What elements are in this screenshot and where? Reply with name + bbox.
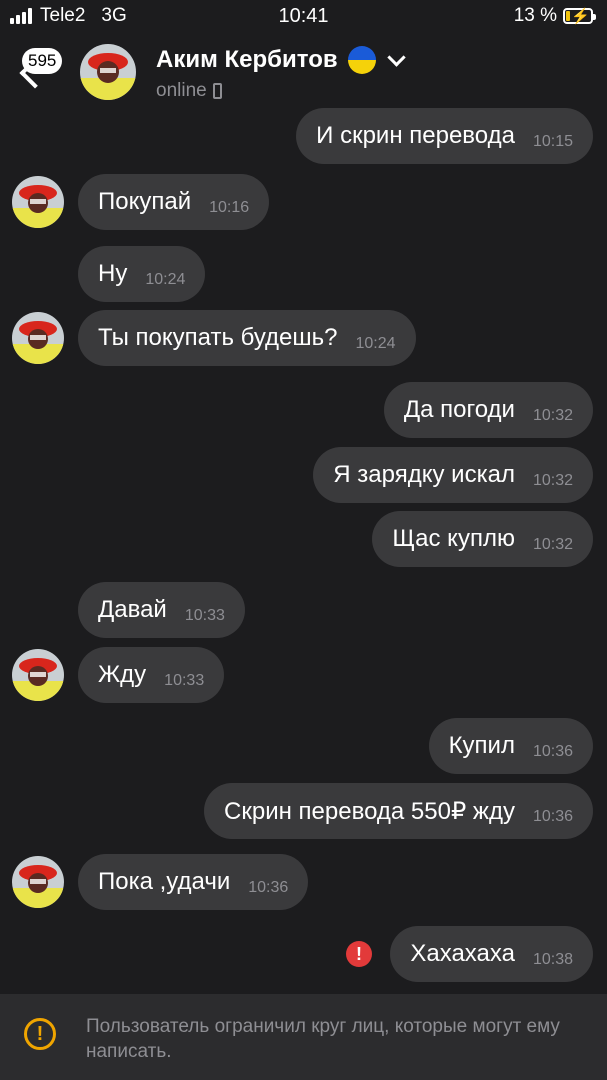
message-text: Пока ,удачи [98,868,231,895]
ukraine-flag-icon [347,46,376,74]
message-time: 10:24 [145,271,186,288]
sender-avatar[interactable] [12,649,64,701]
incoming-message[interactable]: Ты покупать будешь? 10:24 [78,310,416,366]
message-text: Ты покупать будешь? [98,324,338,351]
contact-avatar[interactable] [80,44,136,100]
contact-status: online [156,80,222,102]
contact-name-label: Аким Кербитов [156,46,338,73]
back-button[interactable]: 595 [14,48,70,94]
unread-badge: 595 [22,48,63,74]
battery-icon: ⚡ [563,8,596,25]
message-text: Давай [98,596,167,623]
message-text: Купил [448,732,515,759]
message-text: Хахахаха [410,940,515,967]
chat-header: 595 Аким Кербитов online [0,36,607,110]
outgoing-message[interactable]: Скрин перевода 550₽ жду 10:36 [204,783,593,839]
incoming-message[interactable]: Ну 10:24 [78,246,206,302]
message-time: 10:16 [209,199,250,216]
battery-percent: 13 % [513,5,557,26]
restriction-text: Пользователь ограничил круг лиц, которые… [86,1016,560,1062]
outgoing-message[interactable]: Щас куплю 10:32 [372,511,593,567]
chevron-down-icon[interactable] [386,47,406,67]
message-time: 10:33 [184,607,225,624]
sender-avatar[interactable] [12,176,64,228]
status-bar: Tele2 3G 10:41 13 % ⚡ [0,0,607,34]
restriction-notice: ! Пользователь ограничил круг лиц, котор… [0,994,607,1080]
message-time: 10:36 [532,808,573,825]
outgoing-message[interactable]: Да погоди 10:32 [383,382,593,438]
outgoing-message[interactable]: Хахахаха 10:38 [390,926,593,982]
message-text: Я зарядку искал [333,461,515,488]
message-text: И скрин перевода [316,122,515,149]
message-text: Жду [98,661,147,688]
message-text: Скрин перевода 550₽ жду [224,797,515,825]
message-time: 10:33 [164,672,205,689]
send-error-icon[interactable]: ! [346,941,372,967]
warning-icon: ! [24,1018,56,1050]
message-time: 10:24 [355,335,396,352]
message-time: 10:36 [532,743,573,760]
message-text: Да погоди [403,396,515,423]
message-time: 10:32 [532,472,573,489]
message-text: Покупай [98,188,192,215]
message-time: 10:32 [532,536,573,553]
contact-name[interactable]: Аким Кербитов [156,46,406,74]
message-list[interactable]: И скрин перевода 10:15 Покупай 10:16 Ну 10:2… [0,108,607,994]
outgoing-message[interactable]: Я зарядку искал 10:32 [313,447,593,503]
phone-icon [212,83,222,99]
incoming-message[interactable]: Пока ,удачи 10:36 [78,854,309,910]
outgoing-message[interactable]: Купил 10:36 [428,718,593,774]
sender-avatar[interactable] [12,856,64,908]
message-time: 10:38 [532,951,573,968]
incoming-message[interactable]: Жду 10:33 [78,647,225,703]
message-text: Ну [98,260,128,287]
sender-avatar[interactable] [12,312,64,364]
incoming-message[interactable]: Давай 10:33 [78,582,245,638]
message-time: 10:15 [532,133,573,150]
message-time: 10:36 [248,879,289,896]
outgoing-message[interactable]: И скрин перевода 10:15 [296,108,593,164]
message-time: 10:32 [532,407,573,424]
message-text: Щас куплю [392,525,515,552]
status-label: online [156,80,207,101]
incoming-message[interactable]: Покупай 10:16 [78,174,270,230]
